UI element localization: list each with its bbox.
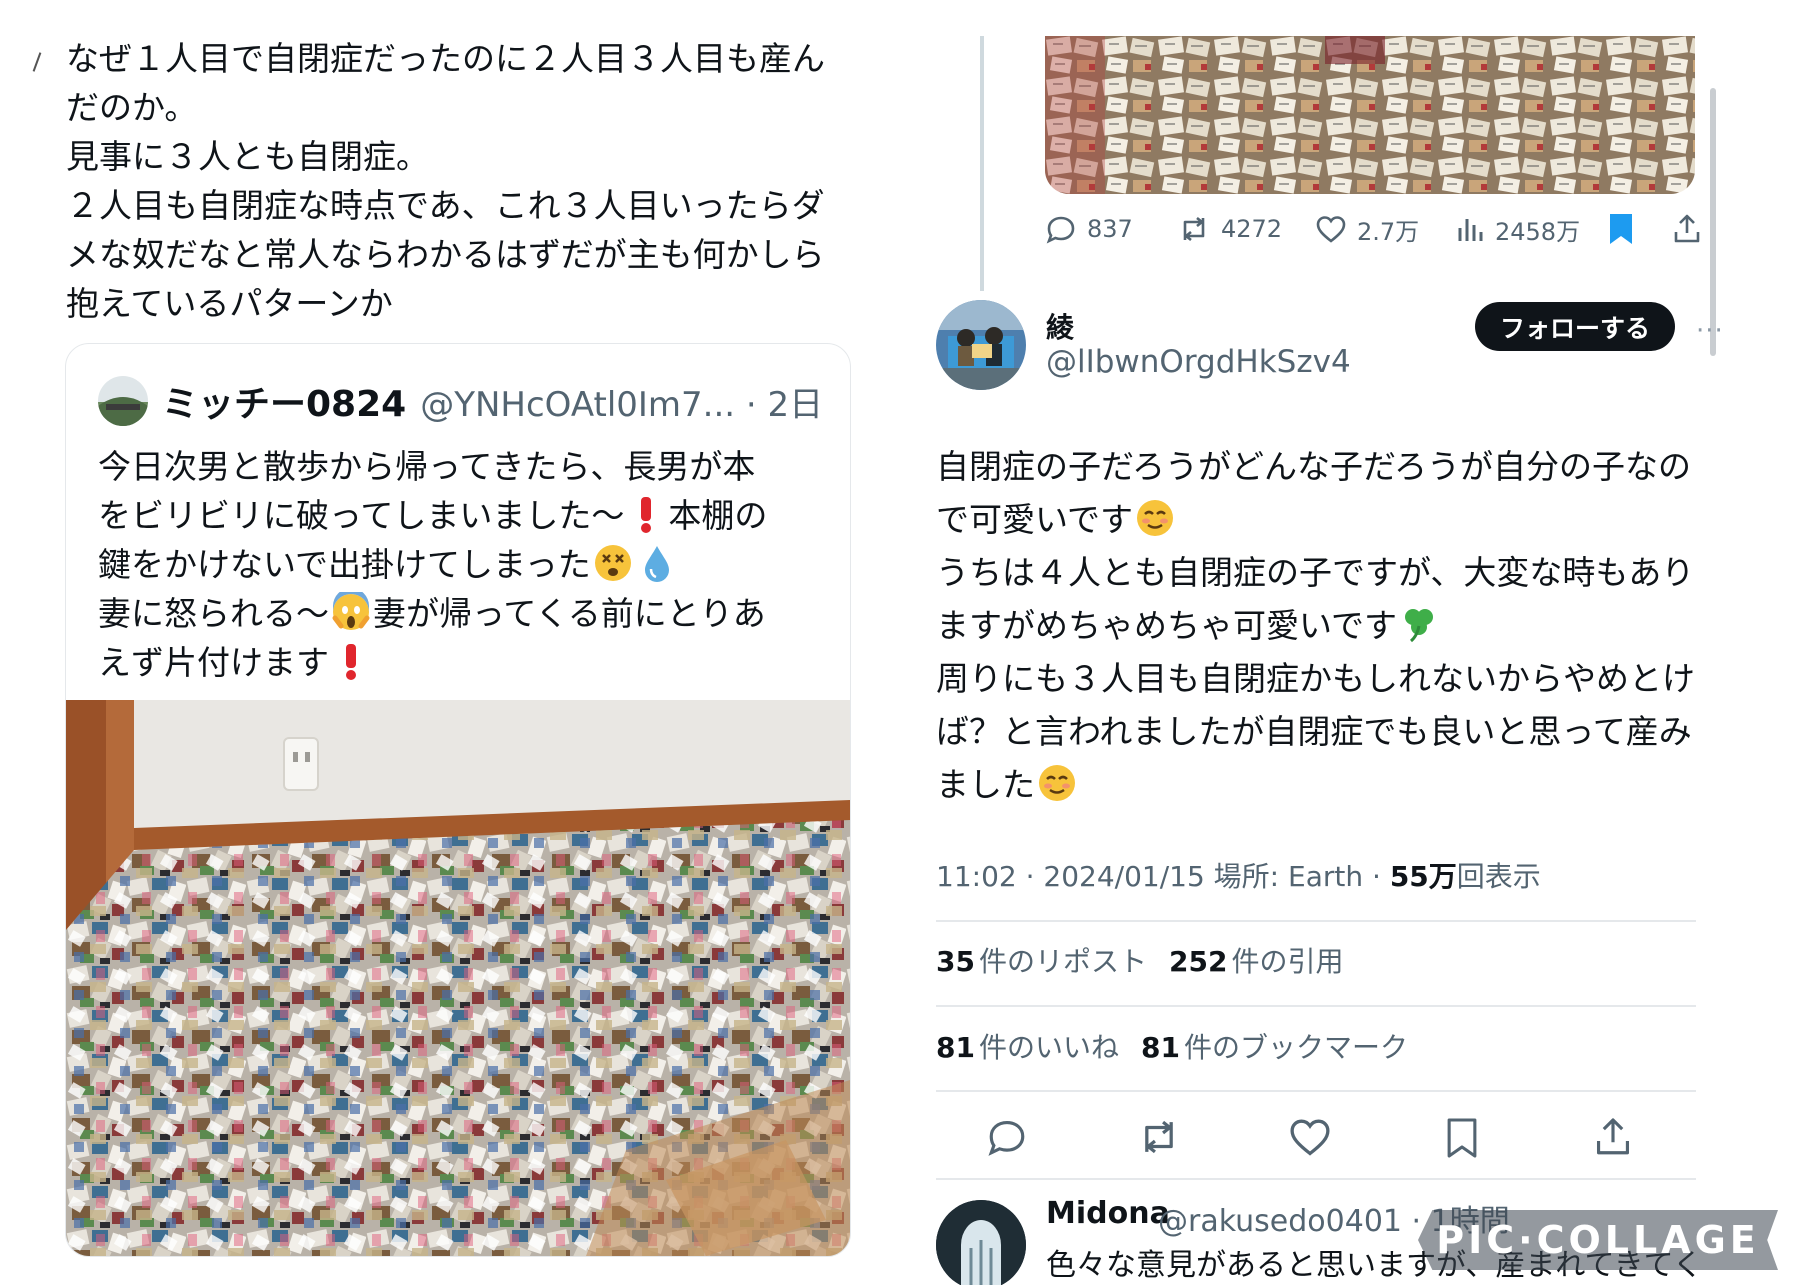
views-total: 55万: [1389, 860, 1457, 893]
reply-author-avatar[interactable]: [936, 1200, 1026, 1285]
quoted-line: 妻が帰ってくる前にとりあ: [373, 594, 766, 633]
quoted-author-name[interactable]: ミッチー0824: [162, 375, 406, 427]
previous-tweet-actions: 837 4272 2.7万 2458万: [1045, 208, 1705, 250]
droplet-emoji-icon: [644, 546, 669, 582]
tweet-line: 周りにも３人目も自閉症かもしれないからやめとけ: [936, 659, 1695, 698]
tweet-action-bar: [936, 1110, 1696, 1170]
views-chart-icon: [1458, 219, 1483, 241]
author-name[interactable]: 綾: [1046, 306, 1074, 346]
main-tweet-text: 自閉症の子だろうがどんな子だろうが自分の子なの で可愛いです うちは４人とも自閉…: [936, 440, 1726, 811]
tweet-line: で可愛いです: [936, 500, 1134, 539]
quoted-line: 妻に怒られる〜: [98, 594, 329, 633]
divider: [936, 1178, 1696, 1180]
repost-count: 4272: [1221, 215, 1283, 243]
like-action[interactable]: 2.7万: [1315, 212, 1455, 247]
share-icon[interactable]: [1592, 1116, 1634, 1158]
quoted-author-handle: @YNHcOAtl0Im7... · 2日: [420, 384, 824, 425]
quotes-stat[interactable]: 252 件の引用: [1169, 945, 1343, 978]
quoted-line: 本棚の: [668, 496, 768, 535]
quoted-line: 今日次男と散歩から帰ってきたら、長男が本: [98, 447, 756, 486]
author-handle[interactable]: @lIbwnOrgdHkSzv4: [1046, 344, 1351, 380]
divider: [936, 1090, 1696, 1092]
repost-icon[interactable]: [1136, 1116, 1182, 1158]
share-icon[interactable]: [1671, 213, 1703, 245]
quoted-line: をビリビリに破ってしまいました〜: [98, 496, 625, 535]
dizzy-face-emoji-icon: [594, 545, 631, 581]
quoted-tweet-header: ミッチー0824 @YNHcOAtl0Im7... · 2日: [98, 374, 838, 428]
likes-stat[interactable]: 81 件のいいね: [936, 1031, 1119, 1064]
reply-count: 837: [1087, 215, 1133, 243]
exclamation-emoji-icon: [346, 644, 356, 680]
left-screenshot: なぜ１人目で自閉症だったのに２人目３人目も産んだのか。 見事に３人とも自閉症。 …: [0, 0, 900, 1285]
quoted-tweet-text: 今日次男と散歩から帰ってきたら、長男が本 をビリビリに破ってしまいました〜 本棚の…: [98, 442, 828, 687]
tweet-meta: 11:02 · 2024/01/15 場所: Earth · 55万回表示: [936, 855, 1541, 895]
reply-icon[interactable]: [986, 1116, 1028, 1158]
clover-emoji-icon: [1405, 609, 1434, 643]
tweet-line: ば？と言われましたが自閉症でも良いと思って産み: [936, 712, 1692, 751]
views-count: 2458万: [1495, 217, 1581, 246]
quoted-line: 鍵をかけないで出掛けてしまった: [98, 545, 591, 584]
scroll-mark: [32, 52, 42, 72]
smiling-face-emoji-icon: [1137, 500, 1174, 536]
author-avatar[interactable]: [936, 300, 1026, 390]
more-options-icon[interactable]: ···: [1696, 316, 1724, 346]
torn-paper-floor-photo[interactable]: [66, 700, 850, 1256]
bookmark-icon[interactable]: [1444, 1116, 1480, 1160]
thread-connector-line: [980, 36, 984, 291]
like-count: 2.7万: [1357, 217, 1420, 246]
tweet-line: 自閉症の子だろうがどんな子だろうが自分の子なの: [936, 447, 1692, 486]
repost-quote-stats: 35 件のリポスト 252 件の引用: [936, 940, 1343, 980]
smiling-face-emoji-icon: [1039, 765, 1075, 801]
bookmarks-stat[interactable]: 81 件のブックマーク: [1141, 1031, 1408, 1064]
repost-action[interactable]: 4272: [1177, 214, 1315, 244]
reply-action[interactable]: 837: [1045, 213, 1177, 245]
bookmark-filled-icon[interactable]: [1607, 212, 1635, 246]
heart-icon[interactable]: [1288, 1116, 1332, 1158]
tweet-line: ますがめちゃめちゃ可愛いです: [936, 606, 1398, 645]
reply-tweet-text: なぜ１人目で自閉症だったのに２人目３人目も産んだのか。 見事に３人とも自閉症。 …: [66, 39, 825, 323]
quoted-line: えず片付けます: [98, 643, 329, 682]
previous-tweet-photo[interactable]: [1045, 36, 1695, 194]
pic-collage-watermark: PIC·COLLAGE: [1418, 1210, 1778, 1270]
reply-author-name[interactable]: Midona: [1046, 1196, 1170, 1231]
screaming-face-emoji-icon: [332, 592, 370, 630]
quoted-author-avatar[interactable]: [98, 376, 148, 426]
heart-icon: [1316, 216, 1346, 243]
divider: [936, 1005, 1696, 1007]
reply-icon: [1046, 216, 1075, 244]
follow-button[interactable]: フォローする: [1475, 302, 1675, 351]
tweet-line: うちは４人とも自閉症の子ですが、大変な時もあり: [936, 553, 1695, 592]
timestamp-location[interactable]: 11:02 · 2024/01/15 場所: Earth ·: [936, 860, 1390, 893]
quoted-tweet-card[interactable]: ミッチー0824 @YNHcOAtl0Im7... · 2日 今日次男と散歩から…: [65, 343, 851, 1257]
tweet-line: ました: [936, 765, 1035, 804]
like-bookmark-stats: 81 件のいいね 81 件のブックマーク: [936, 1026, 1408, 1066]
views-label: 回表示: [1456, 860, 1541, 893]
views-action[interactable]: 2458万: [1455, 212, 1605, 247]
exclamation-emoji-icon: [641, 497, 652, 533]
reposts-stat[interactable]: 35 件のリポスト: [936, 945, 1147, 978]
repost-icon: [1183, 216, 1205, 242]
tweet-author: 綾 @lIbwnOrgdHkSzv4 フォローする ···: [936, 300, 1723, 395]
divider: [936, 920, 1696, 922]
right-screenshot: 837 4272 2.7万 2458万 綾 @lIbwnOrgdHkSzv4 フ…: [900, 0, 1800, 1285]
